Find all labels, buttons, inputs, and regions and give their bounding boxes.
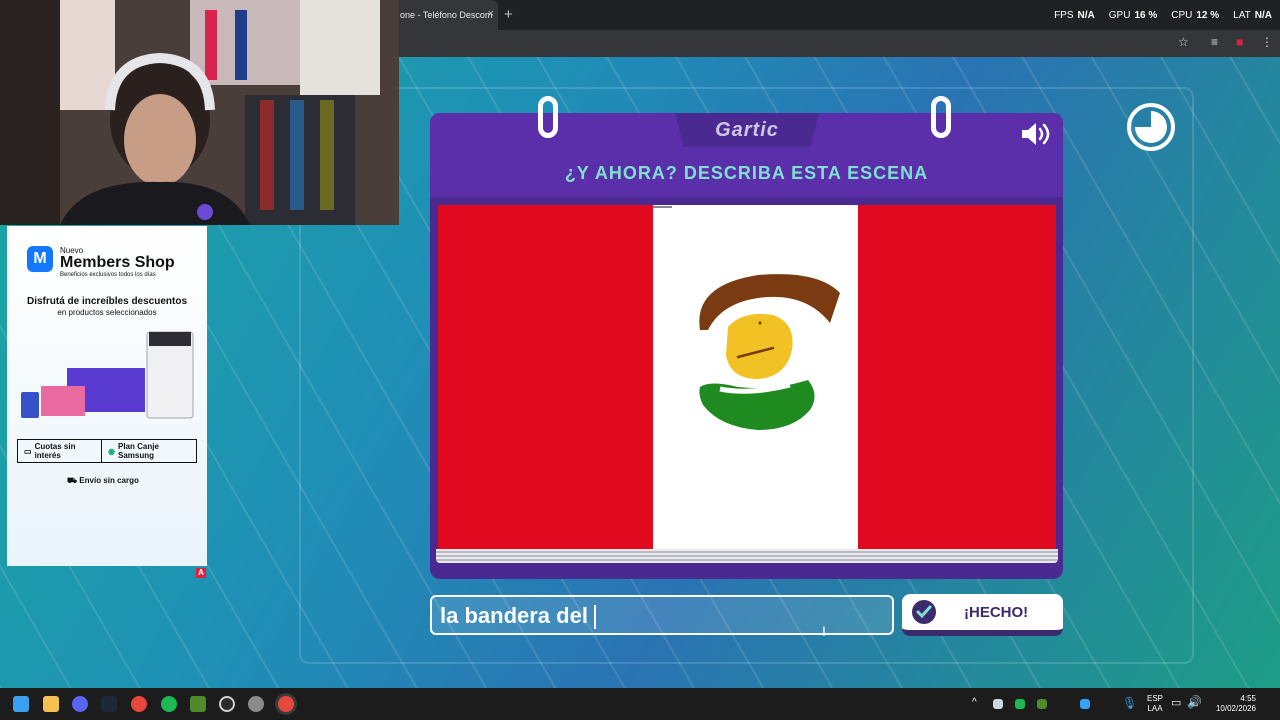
settings-gear-icon[interactable]: [248, 696, 264, 712]
tray-chevron-icon[interactable]: ^: [972, 697, 977, 708]
done-button[interactable]: ¡HECHO!: [902, 594, 1063, 636]
ad-headline: Disfrutá de increíbles descuentos: [26, 296, 188, 307]
file-explorer-icon[interactable]: [43, 696, 59, 712]
webcam-feed: [0, 0, 399, 225]
ad-tagline: Beneficios exclusivos todos los días: [60, 272, 156, 278]
ad-products-image: [21, 331, 194, 419]
reading-list-icon[interactable]: ≡: [1211, 35, 1218, 49]
scene-card: Gartic ¿Y AHORA? DESCRIBA ESTA ESCENA: [430, 96, 1063, 579]
tray-security-icon[interactable]: [1080, 699, 1090, 709]
browser-menu-icon[interactable]: ⋮: [1261, 35, 1273, 49]
start-icon[interactable]: [13, 696, 29, 712]
bookmark-star-icon[interactable]: ☆: [1178, 35, 1189, 49]
members-shop-ad[interactable]: M Nuevo Members Shop Beneficios exclusiv…: [7, 226, 207, 566]
tray-nvidia-icon[interactable]: [1037, 699, 1047, 709]
discord-icon[interactable]: [72, 696, 88, 712]
members-shop-logo-icon: M: [27, 246, 53, 272]
drawn-eye: [758, 321, 762, 325]
performance-overlay: FPS N/A GPU 16 % CPU 12 % LAT N/A: [1054, 10, 1272, 21]
latency-readout: LAT N/A: [1233, 10, 1272, 21]
card-icon: ▭: [24, 446, 32, 456]
answer-text: la bandera del: [440, 603, 588, 628]
system-clock[interactable]: 4:55 10/02/2026: [1206, 694, 1256, 714]
paper-stack-edge: [436, 549, 1058, 563]
new-tab-button[interactable]: +: [504, 6, 513, 23]
cpu-readout: CPU 12 %: [1171, 10, 1220, 21]
speaker-icon[interactable]: [1020, 121, 1052, 147]
logo-tab: Gartic: [675, 113, 819, 147]
input-language[interactable]: ESP LAA: [1145, 694, 1165, 714]
binder-ring-right: [931, 96, 951, 138]
card-header: Gartic ¿Y AHORA? DESCRIBA ESTA ESCENA: [430, 96, 1063, 197]
prompt-title: ¿Y AHORA? DESCRIBA ESTA ESCENA: [564, 163, 929, 183]
fps-readout: FPS N/A: [1054, 10, 1095, 21]
trade-in-icon: ◉: [108, 446, 115, 456]
windows-taskbar: ESP LAA ^ 🎙 ▭ 🔊 4:55 10/02/2026: [0, 688, 1280, 720]
network-icon[interactable]: ▭: [1171, 696, 1181, 709]
ad-choices-badge[interactable]: A: [196, 568, 206, 578]
microphone-icon[interactable]: 🎙: [1122, 696, 1137, 710]
minecraft-icon[interactable]: [190, 696, 206, 712]
chrome-icon[interactable]: [131, 696, 147, 712]
gartic-logo: Gartic: [715, 118, 779, 141]
drawing: [438, 205, 1056, 550]
timer-clock-icon: [1127, 103, 1175, 151]
text-cursor-icon: I: [822, 623, 826, 639]
chrome-active-icon[interactable]: [278, 696, 294, 712]
flag-stripe-right: [858, 205, 1056, 550]
ad-option-installments: ▭ Cuotas sin interés: [17, 439, 102, 463]
tray-steam-icon[interactable]: [993, 699, 1003, 709]
ad-option-trade-in: ◉ Plan Canje Samsung: [101, 439, 197, 463]
extension-icon[interactable]: ■: [1236, 35, 1243, 49]
tab-title: one - Teléfono Descom: [400, 10, 493, 20]
webcam-overlay: [0, 0, 399, 225]
done-label: ¡HECHO!: [964, 603, 1029, 621]
close-tab-icon[interactable]: ×: [488, 8, 494, 20]
ad-subheadline: en productos seleccionados: [57, 308, 157, 317]
browser-tab[interactable]: one - Teléfono Descom ×: [386, 0, 498, 30]
spotify-icon[interactable]: [161, 696, 177, 712]
drawn-green-wreath: [699, 380, 815, 430]
volume-icon[interactable]: 🔊: [1187, 695, 1202, 709]
flag-stripe-left: [438, 205, 653, 550]
ad-brand: Members Shop: [60, 254, 175, 271]
steam-icon[interactable]: [101, 696, 117, 712]
check-icon: [912, 600, 936, 624]
binder-ring-left: [538, 96, 558, 138]
text-caret: [593, 605, 596, 630]
ad-shipping: ⛟ Envío sin cargo: [67, 476, 139, 485]
obs-icon[interactable]: [219, 696, 235, 712]
truck-icon: ⛟: [67, 476, 80, 485]
gpu-readout: GPU 16 %: [1108, 10, 1158, 21]
drawing-canvas: [438, 205, 1056, 550]
tray-app-icon[interactable]: [1015, 699, 1025, 709]
